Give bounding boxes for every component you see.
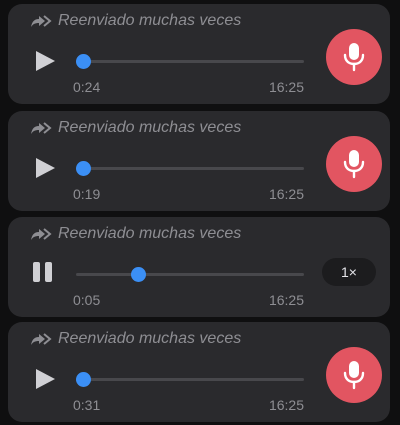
play-button[interactable] bbox=[34, 368, 56, 390]
seek-knob[interactable] bbox=[76, 54, 91, 69]
forwarded-many-icon bbox=[31, 15, 52, 27]
forwarded-many-icon bbox=[31, 122, 52, 134]
forwarded-indicator: Reenviado muchas veces bbox=[30, 225, 241, 243]
seek-knob[interactable] bbox=[76, 161, 91, 176]
forwarded-label: Reenviado muchas veces bbox=[58, 119, 242, 136]
forwarded-indicator: Reenviado muchas veces bbox=[30, 119, 241, 137]
voice-message: Reenviado muchas veces 0:05 16:25 1× bbox=[8, 217, 390, 317]
playback-speed-button[interactable]: 1× bbox=[322, 258, 376, 286]
microphone-icon bbox=[343, 150, 365, 179]
audio-seek-bar[interactable] bbox=[76, 54, 304, 69]
audio-seek-bar[interactable] bbox=[76, 267, 304, 282]
pause-button[interactable] bbox=[33, 262, 55, 284]
forwarded-many-icon bbox=[31, 228, 52, 240]
audio-duration: 0:19 bbox=[73, 186, 101, 202]
audio-elapsed: 0:05 bbox=[73, 292, 101, 308]
play-button[interactable] bbox=[34, 50, 56, 72]
message-timestamp: 16:25 bbox=[268, 79, 304, 95]
forwarded-label: Reenviado muchas veces bbox=[58, 225, 242, 242]
audio-seek-bar[interactable] bbox=[76, 372, 304, 387]
pause-bar bbox=[45, 262, 52, 282]
message-timestamp: 16:25 bbox=[268, 397, 304, 413]
voice-message: Reenviado muchas veces 0:19 16:25 bbox=[8, 111, 390, 211]
sender-avatar-mic bbox=[326, 136, 382, 192]
seek-knob[interactable] bbox=[76, 372, 91, 387]
forwarded-label: Reenviado muchas veces bbox=[58, 12, 242, 29]
microphone-icon bbox=[343, 43, 365, 72]
sender-avatar-mic bbox=[326, 347, 382, 403]
chat-screen: Reenviado muchas veces 0:24 16:25 Reenvi… bbox=[0, 0, 400, 425]
audio-duration: 0:24 bbox=[73, 79, 101, 95]
microphone-icon bbox=[343, 361, 365, 390]
sender-avatar-mic bbox=[326, 29, 382, 85]
forwarded-label: Reenviado muchas veces bbox=[58, 330, 242, 347]
message-timestamp: 16:25 bbox=[268, 186, 304, 202]
forwarded-indicator: Reenviado muchas veces bbox=[30, 12, 241, 30]
message-timestamp: 16:25 bbox=[268, 292, 304, 308]
voice-message: Reenviado muchas veces 0:24 16:25 bbox=[8, 4, 390, 104]
forwarded-indicator: Reenviado muchas veces bbox=[30, 330, 241, 348]
forwarded-many-icon bbox=[31, 333, 52, 345]
seek-knob[interactable] bbox=[130, 267, 146, 282]
play-button[interactable] bbox=[34, 157, 56, 179]
audio-seek-bar[interactable] bbox=[76, 161, 304, 176]
audio-duration: 0:31 bbox=[73, 397, 101, 413]
pause-bar bbox=[33, 262, 40, 282]
voice-message: Reenviado muchas veces 0:31 16:25 bbox=[8, 322, 390, 422]
